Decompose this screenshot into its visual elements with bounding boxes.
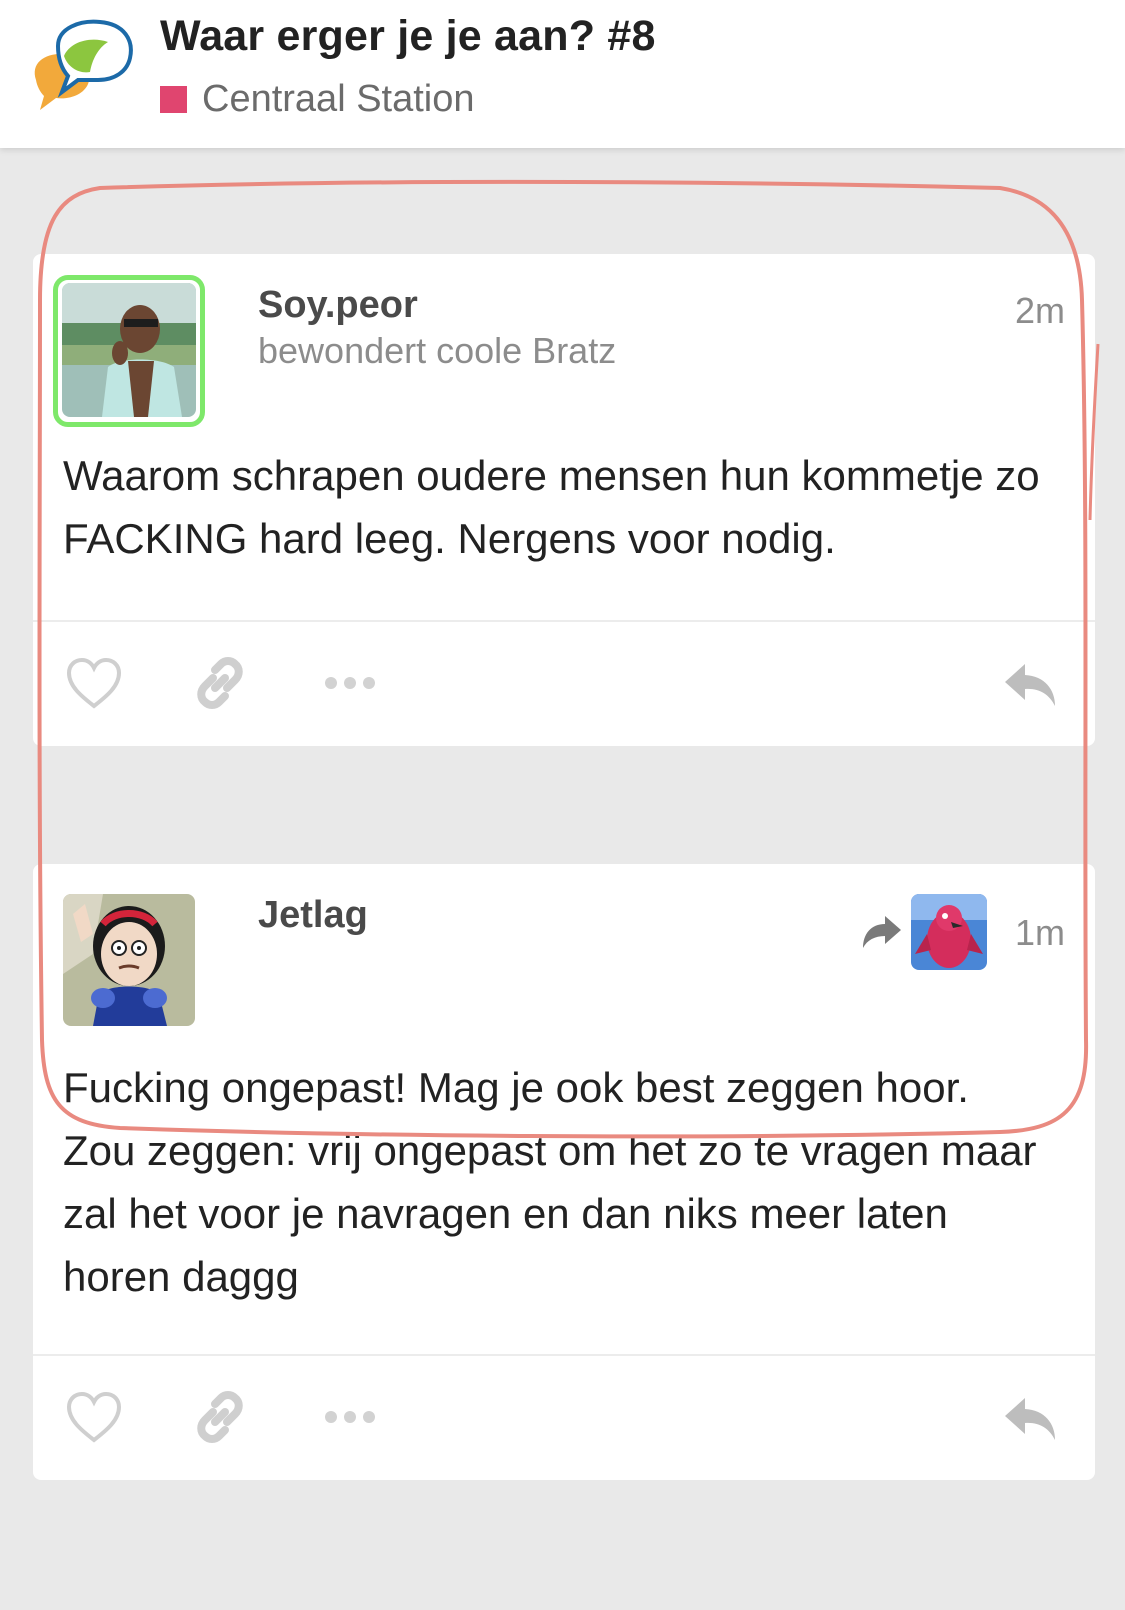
post-timestamp[interactable]: 2m [1015, 290, 1065, 332]
category-label: Centraal Station [202, 78, 475, 120]
reply-to-avatar[interactable] [911, 894, 987, 970]
post-card: Jetlag 1m Fucking ongepast! Mag je ook b… [33, 864, 1095, 1480]
post-paragraph: Waarom schrapen oudere mensen hun kommet… [63, 452, 1040, 562]
post-actions [33, 1356, 1095, 1476]
reply-icon[interactable] [1001, 1390, 1059, 1444]
post-card: Soy.peor bewondert coole Bratz 2m Waarom… [33, 254, 1095, 746]
avatar[interactable] [63, 894, 195, 1026]
reply-icon[interactable] [1001, 656, 1059, 710]
page-title[interactable]: Waar erger je je aan? #8 [160, 12, 656, 61]
link-icon[interactable] [191, 1390, 249, 1444]
post-body: Fucking ongepast! Mag je ook best zeggen… [63, 1056, 1065, 1308]
post-actions [33, 622, 1095, 742]
post-timestamp[interactable]: 1m [1015, 912, 1065, 954]
topic-header: Waar erger je je aan? #8 Centraal Statio… [0, 0, 1125, 148]
post-paragraph: Zou zeggen: vrij ongepast om het zo te v… [63, 1127, 1037, 1300]
share-arrow-icon [863, 916, 901, 948]
speech-bubbles-logo-icon[interactable] [28, 18, 140, 114]
post-body: Waarom schrapen oudere mensen hun kommet… [63, 444, 1065, 570]
category-badge[interactable]: Centraal Station [160, 78, 475, 121]
avatar[interactable] [62, 283, 196, 417]
post-username[interactable]: Jetlag [258, 894, 368, 937]
ellipsis-icon[interactable] [321, 656, 379, 710]
post-paragraph: Fucking ongepast! Mag je ook best zeggen… [63, 1064, 969, 1111]
ellipsis-icon[interactable] [321, 1390, 379, 1444]
post-username[interactable]: Soy.peor [258, 284, 418, 327]
reply-to-indicator[interactable] [861, 894, 987, 970]
heart-icon[interactable] [65, 1390, 123, 1444]
post-user-title: bewondert coole Bratz [258, 330, 617, 371]
heart-icon[interactable] [65, 656, 123, 710]
category-color-swatch [160, 86, 187, 113]
link-icon[interactable] [191, 656, 249, 710]
